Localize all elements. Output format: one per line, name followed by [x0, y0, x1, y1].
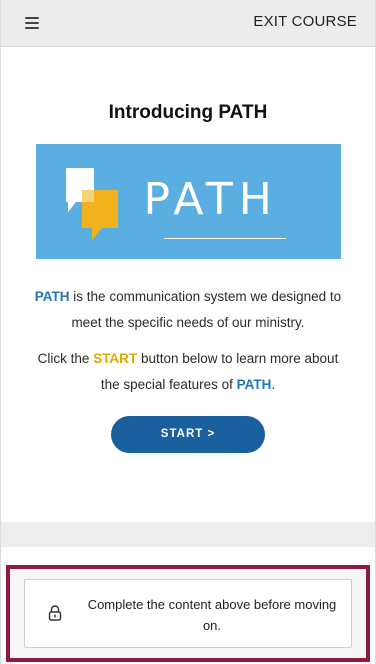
intro-paragraph: PATH is the communication system we desi…	[33, 284, 343, 336]
exit-course-button[interactable]: EXIT COURSE	[253, 13, 357, 30]
path-banner: PATH	[35, 144, 341, 259]
start-button[interactable]: START >	[111, 416, 265, 453]
page-title: Introducing PATH	[108, 102, 268, 123]
instruction-prefix: Click the	[37, 351, 94, 366]
lock-icon	[48, 605, 62, 621]
course-screen: EXIT COURSE Introducing PATH PATH PATH i…	[0, 0, 376, 664]
lesson-content: Introducing PATH PATH PATH is the commun…	[1, 47, 375, 453]
instruction-middle: button below to learn more about the spe…	[100, 351, 339, 392]
hamburger-menu-icon[interactable]	[25, 17, 39, 29]
lock-notice-card: Complete the content above before moving…	[24, 579, 352, 648]
instruction-suffix: .	[271, 377, 276, 392]
lock-message: Complete the content above before moving…	[87, 597, 337, 633]
path-keyword: PATH	[34, 289, 70, 304]
locked-continue-panel: Complete the content above before moving…	[6, 565, 370, 662]
top-bar: EXIT COURSE	[1, 0, 375, 47]
path-keyword-2: PATH	[236, 377, 272, 392]
path-logo-icon	[65, 168, 118, 240]
start-keyword: START	[93, 351, 138, 366]
intro-text: is the communication system we designed …	[69, 289, 342, 330]
banner-underline	[163, 238, 286, 239]
banner-wordmark: PATH	[143, 174, 278, 225]
instruction-paragraph: Click the START button below to learn mo…	[33, 346, 343, 398]
section-divider	[1, 522, 375, 547]
